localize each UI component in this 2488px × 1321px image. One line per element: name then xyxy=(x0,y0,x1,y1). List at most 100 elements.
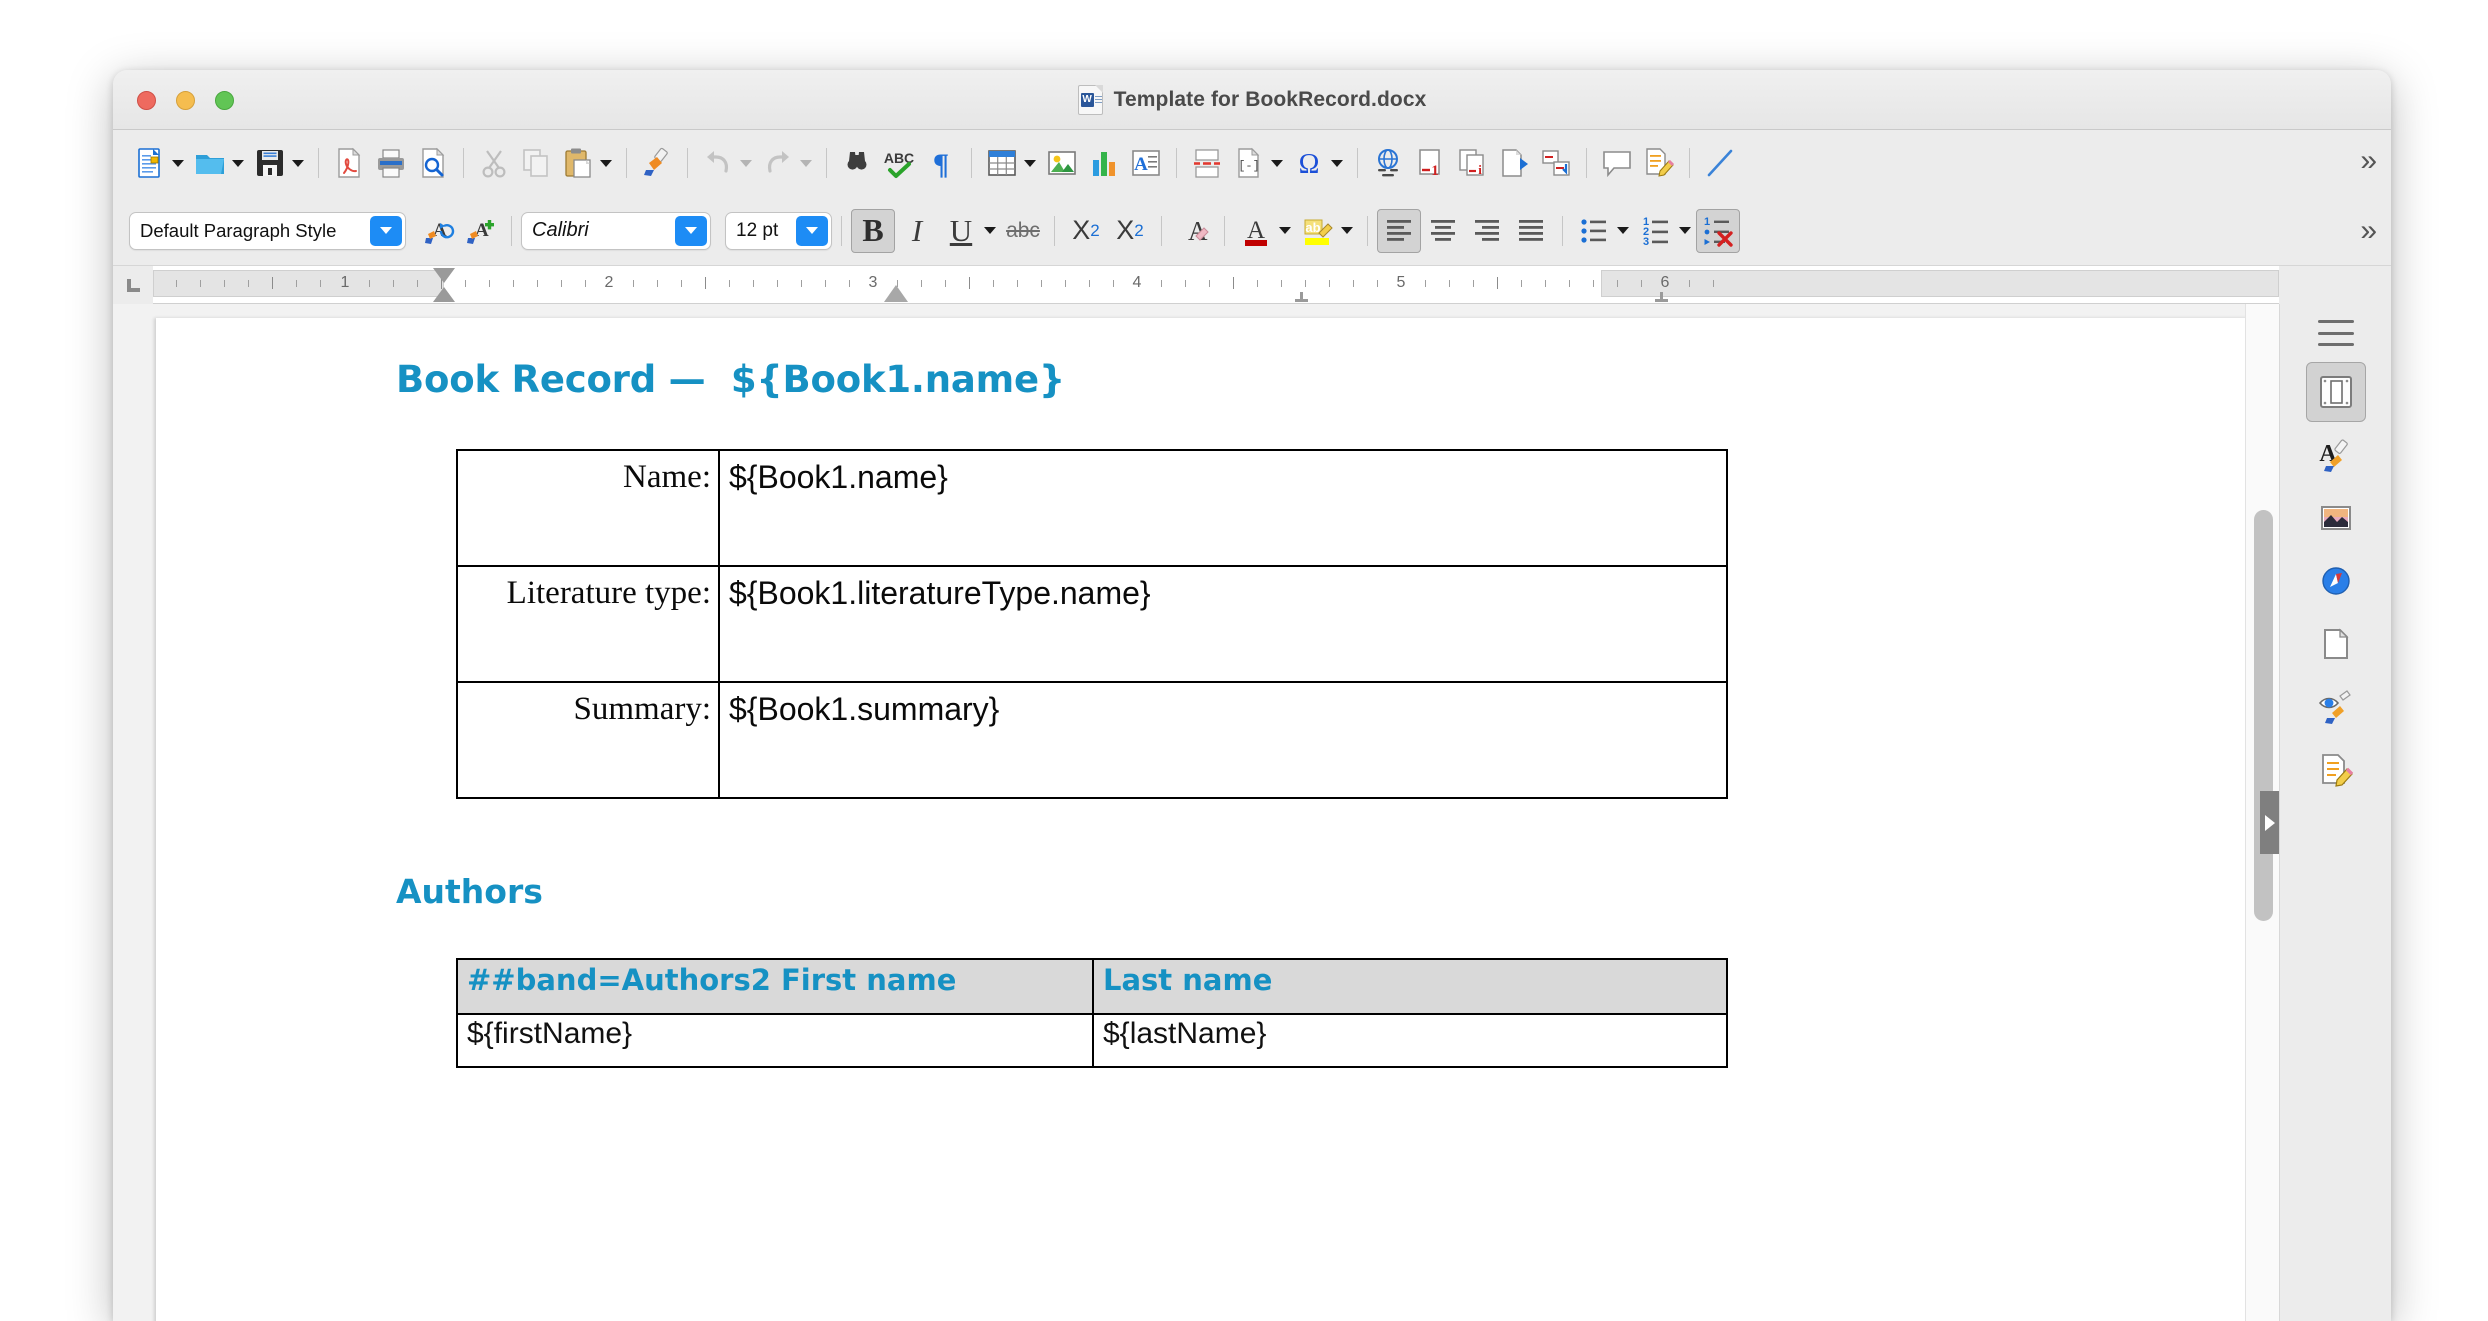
undo-caret[interactable] xyxy=(740,160,752,167)
authors-cell-first-name[interactable]: ${firstName} xyxy=(457,1014,1093,1067)
paragraph-style-combo[interactable]: Default Paragraph Style xyxy=(129,212,406,250)
sidebar-navigator[interactable] xyxy=(2306,551,2366,611)
unordered-list-caret[interactable] xyxy=(1617,227,1629,234)
unordered-list-button[interactable] xyxy=(1572,209,1616,253)
authors-cell-last-name[interactable]: ${lastName} xyxy=(1093,1014,1727,1067)
paste-button[interactable] xyxy=(557,142,599,184)
table-row[interactable]: Summary: ${Book1.summary} xyxy=(457,682,1727,798)
special-character-caret[interactable] xyxy=(1331,160,1343,167)
paste-caret[interactable] xyxy=(600,160,612,167)
insert-field-button[interactable]: [-] xyxy=(1228,142,1270,184)
left-indent-marker[interactable] xyxy=(433,287,455,302)
horizontal-ruler[interactable]: 1 2 3 4 5 xyxy=(153,266,2279,304)
align-right-button[interactable] xyxy=(1465,209,1509,253)
save-button[interactable] xyxy=(249,142,291,184)
tab-stop-selector[interactable] xyxy=(113,266,153,304)
export-pdf-button[interactable] xyxy=(328,142,370,184)
font-name-dropdown-arrow[interactable] xyxy=(675,216,707,246)
superscript-button[interactable]: X2 xyxy=(1064,209,1108,253)
insert-image-button[interactable] xyxy=(1041,142,1083,184)
new-document-button[interactable] xyxy=(129,142,171,184)
sidebar-page[interactable] xyxy=(2306,614,2366,674)
table-row[interactable]: Name: ${Book1.name} xyxy=(457,450,1727,566)
insert-field-caret[interactable] xyxy=(1271,160,1283,167)
open-caret[interactable] xyxy=(232,160,244,167)
table-header-row[interactable]: ##band=Authors2 First name Last name xyxy=(457,959,1727,1014)
font-size-combo[interactable]: 12 pt xyxy=(725,212,832,250)
insert-line-button[interactable] xyxy=(1699,142,1741,184)
sidebar-manage-changes[interactable] xyxy=(2306,740,2366,800)
print-preview-button[interactable] xyxy=(412,142,454,184)
underline-button[interactable]: U xyxy=(939,209,983,253)
show-sidebar-handle[interactable] xyxy=(2260,791,2279,854)
document-canvas[interactable]: Book Record — ${Book1.name} Name: ${Book… xyxy=(113,304,2245,1321)
cross-reference-button[interactable] xyxy=(1535,142,1577,184)
font-color-caret[interactable] xyxy=(1279,227,1291,234)
font-size-dropdown-arrow[interactable] xyxy=(796,216,828,246)
tab-stop-marker[interactable] xyxy=(1655,292,1668,302)
italic-button[interactable]: I xyxy=(895,209,939,253)
insert-comment-button[interactable] xyxy=(1596,142,1638,184)
hanging-indent-marker[interactable] xyxy=(884,285,908,302)
vertical-scrollbar[interactable] xyxy=(2245,304,2279,1321)
insert-bookmark-button[interactable] xyxy=(1493,142,1535,184)
save-caret[interactable] xyxy=(292,160,304,167)
sidebar-styles[interactable]: A xyxy=(2306,425,2366,485)
track-changes-button[interactable] xyxy=(1638,142,1680,184)
formatting-toolbar-overflow[interactable]: » xyxy=(2360,214,2377,248)
insert-hyperlink-button[interactable] xyxy=(1367,142,1409,184)
justify-button[interactable] xyxy=(1509,209,1553,253)
insert-footnote-button[interactable]: 1 xyxy=(1409,142,1451,184)
insert-text-box-button[interactable]: A xyxy=(1125,142,1167,184)
hamburger-menu-icon[interactable] xyxy=(2318,320,2354,346)
highlight-color-caret[interactable] xyxy=(1341,227,1353,234)
strikethrough-button[interactable]: abc xyxy=(1001,209,1045,253)
redo-button[interactable] xyxy=(757,142,799,184)
insert-table-caret[interactable] xyxy=(1024,160,1036,167)
sidebar-gallery[interactable] xyxy=(2306,488,2366,548)
insert-endnote-button[interactable]: i xyxy=(1451,142,1493,184)
info-value[interactable]: ${Book1.literatureType.name} xyxy=(719,566,1727,682)
formatting-marks-button[interactable]: ¶ xyxy=(920,142,962,184)
underline-caret[interactable] xyxy=(984,227,996,234)
clone-formatting-button[interactable] xyxy=(636,142,678,184)
info-value[interactable]: ${Book1.name} xyxy=(719,450,1727,566)
no-list-button[interactable]: 1 xyxy=(1696,209,1740,253)
copy-button[interactable] xyxy=(515,142,557,184)
redo-caret[interactable] xyxy=(800,160,812,167)
ordered-list-button[interactable]: 123 xyxy=(1634,209,1678,253)
sidebar-properties[interactable] xyxy=(2306,362,2366,422)
document-page[interactable]: Book Record — ${Book1.name} Name: ${Book… xyxy=(156,318,2245,1321)
undo-button[interactable] xyxy=(697,142,739,184)
font-color-button[interactable]: A xyxy=(1234,209,1278,253)
book-info-table[interactable]: Name: ${Book1.name} Literature type: ${B… xyxy=(456,449,1728,799)
new-style-button[interactable]: A xyxy=(460,210,502,252)
align-center-button[interactable] xyxy=(1421,209,1465,253)
vertical-scroll-thumb[interactable] xyxy=(2254,510,2273,921)
table-row[interactable]: ${firstName} ${lastName} xyxy=(457,1014,1727,1067)
first-line-indent-marker[interactable] xyxy=(433,268,455,283)
print-button[interactable] xyxy=(370,142,412,184)
clear-formatting-button[interactable]: A xyxy=(1171,209,1215,253)
paragraph-style-dropdown-arrow[interactable] xyxy=(370,216,402,246)
sidebar-style-inspector[interactable] xyxy=(2306,677,2366,737)
info-value[interactable]: ${Book1.summary} xyxy=(719,682,1727,798)
open-button[interactable] xyxy=(189,142,231,184)
table-row[interactable]: Literature type: ${Book1.literatureType.… xyxy=(457,566,1727,682)
find-replace-button[interactable] xyxy=(836,142,878,184)
ordered-list-caret[interactable] xyxy=(1679,227,1691,234)
insert-chart-button[interactable] xyxy=(1083,142,1125,184)
page-break-button[interactable] xyxy=(1186,142,1228,184)
cut-button[interactable] xyxy=(473,142,515,184)
highlight-color-button[interactable]: ab xyxy=(1296,209,1340,253)
new-document-caret[interactable] xyxy=(172,160,184,167)
tab-stop-marker[interactable] xyxy=(1295,292,1308,302)
bold-button[interactable]: B xyxy=(851,209,895,253)
font-name-combo[interactable]: Calibri xyxy=(521,212,711,250)
subscript-button[interactable]: X2 xyxy=(1108,209,1152,253)
special-character-button[interactable]: Ω xyxy=(1288,142,1330,184)
standard-toolbar-overflow[interactable]: » xyxy=(2360,144,2377,178)
spelling-button[interactable]: ABC xyxy=(878,142,920,184)
authors-table[interactable]: ##band=Authors2 First name Last name ${f… xyxy=(456,958,1728,1068)
update-style-button[interactable]: A xyxy=(418,210,460,252)
